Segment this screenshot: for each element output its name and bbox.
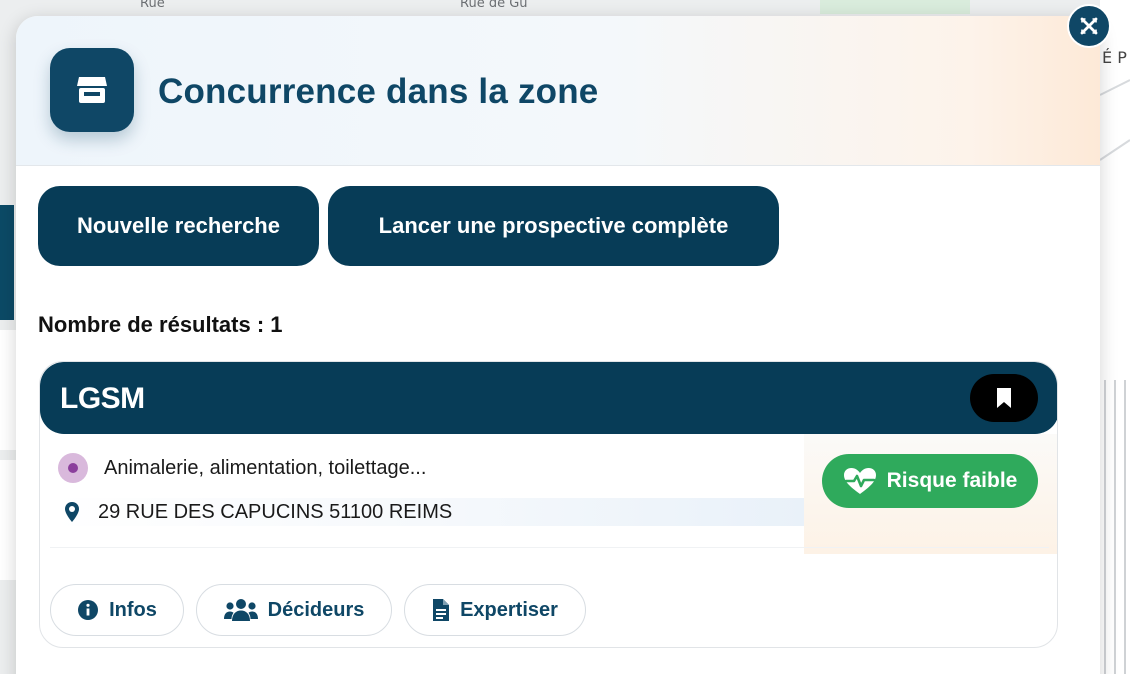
address-text: 29 RUE DES CAPUCINS 51100 REIMS: [98, 500, 453, 523]
decision-makers-button[interactable]: Décideurs: [196, 584, 392, 636]
location-pin-icon: [65, 502, 79, 522]
address-row: 29 RUE DES CAPUCINS 51100 REIMS: [50, 498, 804, 526]
launch-prospect-button[interactable]: Lancer une prospective complète: [328, 186, 779, 266]
heart-pulse-icon: [843, 468, 876, 494]
expertise-label: Expertiser: [460, 598, 558, 621]
expertise-button[interactable]: Expertiser: [404, 584, 586, 636]
risk-badge[interactable]: Risque faible: [822, 454, 1038, 508]
activity-dot-icon: [58, 453, 88, 483]
map-street-label: É P: [1102, 48, 1127, 67]
competition-panel: Concurrence dans la zone Nouvelle recher…: [16, 16, 1100, 674]
close-icon[interactable]: [1067, 4, 1111, 48]
company-name[interactable]: LGSM: [60, 382, 145, 416]
document-icon: [433, 599, 450, 621]
card-divider: [50, 547, 1049, 548]
result-count: Nombre de résultats : 1: [38, 312, 283, 337]
store-icon: [50, 48, 134, 132]
panel-header: Concurrence dans la zone: [16, 16, 1100, 166]
risk-label: Risque faible: [886, 469, 1018, 492]
map-street-label: Rue de Gu: [460, 0, 528, 11]
result-card-header: LGSM: [40, 362, 1057, 434]
users-icon: [223, 599, 258, 621]
decision-makers-label: Décideurs: [267, 598, 365, 621]
infos-button[interactable]: Infos: [50, 584, 184, 636]
activity-text: Animalerie, alimentation, toilettage...: [104, 456, 427, 479]
map-street-label: Rue: [140, 0, 165, 11]
info-circle-icon: [78, 600, 99, 620]
new-search-button[interactable]: Nouvelle recherche: [38, 186, 319, 266]
result-card: LGSM Risque faible Animalerie, alimentat…: [39, 361, 1058, 648]
bookmark-icon[interactable]: [970, 374, 1038, 422]
infos-label: Infos: [109, 598, 157, 621]
activity-row: Animalerie, alimentation, toilettage...: [50, 450, 804, 486]
panel-title: Concurrence dans la zone: [158, 72, 599, 111]
